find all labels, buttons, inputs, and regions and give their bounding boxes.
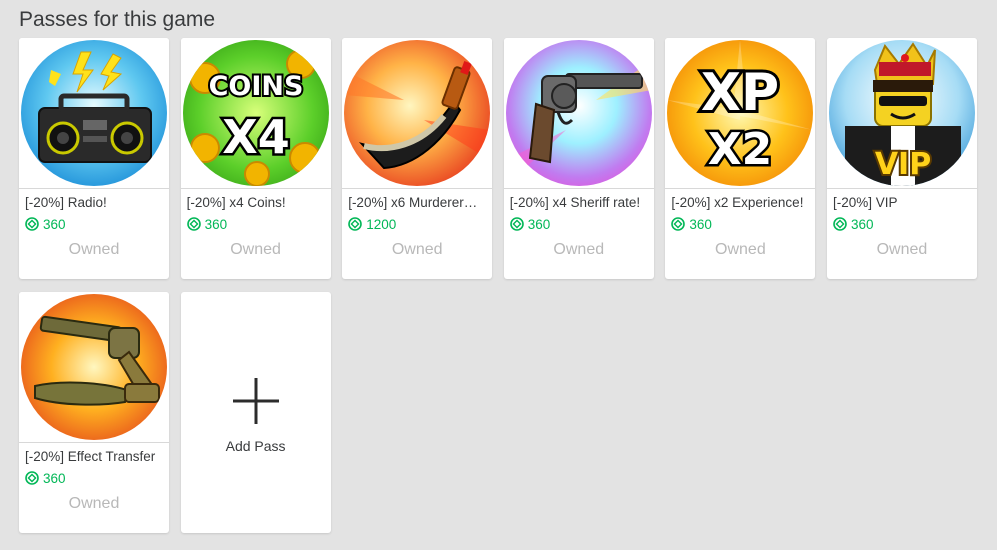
robux-icon [509, 217, 524, 231]
pass-thumbnail[interactable]: XP X2 [665, 38, 816, 188]
pass-card[interactable]: [-20%] Radio! 360 Owned [19, 38, 169, 279]
add-pass-label: Add Pass [225, 438, 286, 454]
coins-art-label: COINS [208, 71, 303, 102]
pass-price: 360 [25, 469, 163, 487]
pass-card[interactable]: VIP [-20%] VIP 360 Owned [826, 38, 977, 279]
passes-grid: [-20%] Radio! 360 Owned COINS X4 [-20%] … [19, 38, 979, 533]
pass-card[interactable]: [-20%] Effect Transfer 360 Owned [19, 292, 169, 533]
owned-status: Owned [68, 495, 120, 512]
knife-icon [344, 40, 491, 186]
pass-thumbnail[interactable] [342, 38, 493, 188]
pass-card[interactable]: [-20%] x6 Murderer… 1200 Owned [342, 38, 493, 279]
pass-name[interactable]: [-20%] x4 Coins! [187, 195, 325, 211]
card-divider [180, 188, 331, 189]
pass-price: 360 [186, 215, 325, 233]
pass-name[interactable]: [-20%] x4 Sheriff rate! [510, 195, 648, 211]
pass-card[interactable]: [-20%] x4 Sheriff rate! 360 Owned [503, 38, 654, 279]
card-divider [342, 188, 493, 189]
pass-name[interactable]: [-20%] x6 Murderer… [348, 195, 486, 211]
add-pass-button[interactable]: Add Pass [180, 292, 331, 533]
pass-price: 1200 [348, 215, 486, 233]
pass-price: 360 [833, 215, 971, 233]
robux-icon [186, 217, 201, 231]
robux-icon [348, 217, 362, 231]
gun-and-knife-icon [21, 294, 167, 440]
plus-icon [232, 378, 279, 424]
pass-thumbnail[interactable] [19, 38, 169, 188]
pass-name[interactable]: [-20%] Effect Transfer [25, 449, 163, 465]
price-value: 360 [43, 216, 66, 232]
owned-status: Owned [876, 241, 928, 258]
pass-price: 360 [509, 215, 648, 233]
price-value: 360 [204, 216, 228, 232]
pass-thumbnail[interactable]: COINS X4 [180, 38, 331, 188]
pass-price: 360 [671, 215, 809, 233]
pass-name[interactable]: [-20%] x2 Experience! [671, 195, 809, 211]
price-value: 1200 [366, 216, 397, 232]
card-divider [19, 442, 169, 443]
card-divider [503, 188, 654, 189]
price-value: 360 [43, 470, 66, 486]
x4-art-label: X4 [222, 110, 289, 164]
section-title: Passes for this game [19, 8, 216, 31]
pass-name[interactable]: [-20%] VIP [833, 195, 971, 211]
x2-art-label: X2 [708, 124, 773, 175]
pass-thumbnail[interactable]: VIP [826, 38, 977, 188]
pass-thumbnail[interactable] [503, 38, 654, 188]
vip-avatar-icon: VIP [828, 40, 975, 186]
card-divider [19, 188, 169, 189]
vip-art-label: VIP [875, 147, 931, 182]
robux-icon [25, 471, 39, 485]
coins-x4-icon: COINS X4 [182, 40, 329, 186]
robux-icon [833, 217, 847, 231]
price-value: 360 [527, 216, 551, 232]
xp-art-label: XP [701, 63, 779, 123]
revolver-icon [505, 40, 652, 186]
card-divider [826, 188, 977, 189]
owned-status: Owned [715, 241, 766, 258]
pass-card[interactable]: XP X2 [-20%] x2 Experience! 360 Owned [665, 38, 816, 279]
robux-icon [25, 217, 39, 231]
boombox-radio-icon [21, 40, 167, 186]
pass-card[interactable]: COINS X4 [-20%] x4 Coins! 360 Owned [180, 38, 331, 279]
pass-price: 360 [25, 215, 163, 233]
owned-status: Owned [68, 241, 120, 258]
price-value: 360 [850, 216, 874, 232]
owned-status: Owned [391, 241, 443, 258]
price-value: 360 [689, 216, 712, 232]
owned-status: Owned [230, 241, 281, 258]
card-divider [665, 188, 816, 189]
robux-icon [671, 217, 686, 231]
pass-name[interactable]: [-20%] Radio! [25, 195, 163, 211]
pass-thumbnail[interactable] [19, 292, 169, 442]
owned-status: Owned [553, 241, 605, 258]
xp-x2-icon: XP X2 [667, 40, 814, 186]
